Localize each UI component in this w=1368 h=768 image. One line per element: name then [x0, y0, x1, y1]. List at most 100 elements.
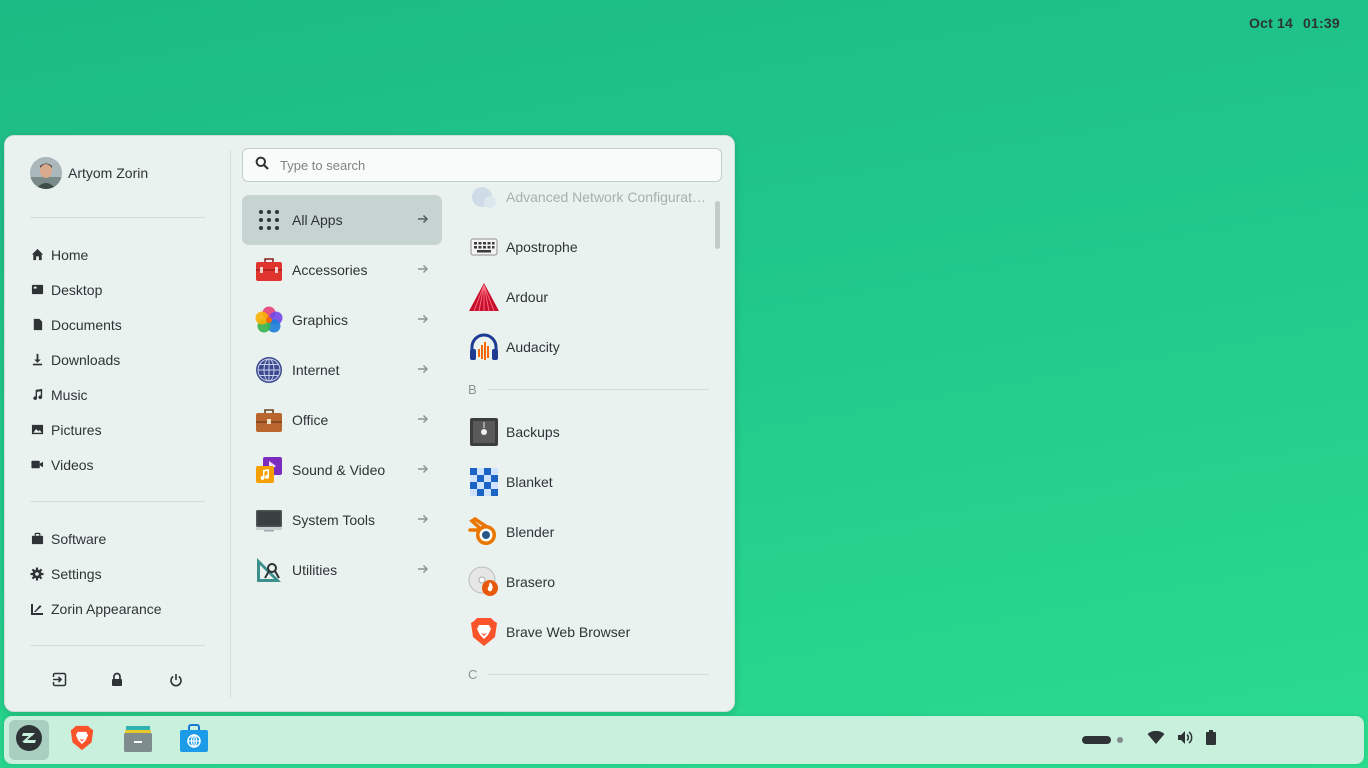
place-home[interactable]: Home	[30, 237, 220, 272]
workspace-inactive-icon	[1117, 737, 1123, 743]
category-sound-video[interactable]: Sound & Video	[242, 445, 442, 495]
lock-button[interactable]	[101, 666, 133, 698]
app-item-backups[interactable]: Backups	[465, 407, 715, 457]
category-label: System Tools	[292, 512, 375, 528]
app-label: Apostrophe	[506, 239, 578, 255]
category-office[interactable]: Office	[242, 395, 442, 445]
audacity-headphones-icon	[468, 331, 500, 363]
app-item-brasero[interactable]: Brasero	[465, 557, 715, 607]
arrow-right-icon	[417, 362, 431, 376]
place-desktop[interactable]: Desktop	[30, 272, 220, 307]
clock[interactable]: Oct 14 01:39	[1249, 15, 1340, 31]
zorin-menu-icon	[15, 724, 43, 757]
category-label: Graphics	[292, 312, 349, 328]
user-account[interactable]: Artyom Zorin	[30, 157, 148, 189]
item-settings[interactable]: Settings	[30, 556, 220, 591]
app-label: Advanced Network Configurat…	[506, 189, 706, 205]
blanket-icon	[468, 466, 500, 498]
briefcase-icon	[255, 406, 283, 434]
category-accessories[interactable]: Accessories	[242, 245, 442, 295]
place-downloads[interactable]: Downloads	[30, 342, 220, 377]
software-store-icon	[179, 723, 209, 758]
category-system-tools[interactable]: System Tools	[242, 495, 442, 545]
software-bag-icon	[30, 532, 44, 546]
system-tray[interactable]	[1147, 716, 1216, 764]
item-label: Software	[51, 530, 107, 547]
app-item-blanket[interactable]: Blanket	[465, 457, 715, 507]
backups-safe-icon	[468, 416, 500, 448]
appearance-icon	[30, 602, 44, 616]
app-list-scrollbar[interactable]	[715, 201, 720, 249]
wifi-icon	[1147, 730, 1165, 750]
place-videos[interactable]: Videos	[30, 447, 220, 482]
music-icon	[30, 388, 44, 402]
category-utilities[interactable]: Utilities	[242, 545, 442, 595]
color-petals-icon	[255, 306, 283, 334]
search-box[interactable]	[242, 148, 722, 182]
category-internet[interactable]: Internet	[242, 345, 442, 395]
category-label: All Apps	[292, 212, 343, 228]
place-label: Desktop	[51, 281, 103, 298]
app-item-ardour[interactable]: Ardour	[465, 272, 715, 322]
app-item-brave[interactable]: Brave Web Browser	[465, 607, 715, 657]
taskbar-brave-button[interactable]	[62, 720, 102, 760]
app-item-apostrophe[interactable]: Apostrophe	[465, 222, 715, 272]
separator	[30, 645, 205, 646]
app-label: Brave Web Browser	[506, 624, 631, 640]
place-label: Home	[51, 246, 89, 263]
app-list[interactable]: Advanced Network Configurat… Apostrophe …	[465, 184, 715, 704]
place-pictures[interactable]: Pictures	[30, 412, 220, 447]
item-software[interactable]: Software	[30, 521, 220, 556]
zorin-menu-button[interactable]	[9, 720, 49, 760]
utilities-tools-icon	[255, 556, 283, 584]
item-zorin-appearance[interactable]: Zorin Appearance	[30, 591, 220, 626]
app-item-advanced-network[interactable]: Advanced Network Configurat…	[465, 184, 715, 222]
place-label: Music	[51, 386, 88, 403]
search-icon	[255, 156, 269, 175]
globe-icon	[255, 356, 283, 384]
category-graphics[interactable]: Graphics	[242, 295, 442, 345]
taskbar-software-button[interactable]	[174, 720, 214, 760]
column-divider	[230, 150, 231, 698]
app-menu: Artyom Zorin Home Desktop Documents Down…	[4, 135, 735, 712]
media-icon	[255, 456, 283, 484]
category-label: Office	[292, 412, 329, 428]
taskbar	[4, 716, 1364, 764]
taskbar-files-button[interactable]	[118, 720, 158, 760]
places-list: Home Desktop Documents Downloads Music P…	[30, 237, 220, 482]
app-label: Backups	[506, 424, 560, 440]
desktop-icon	[30, 283, 44, 297]
arrow-right-icon	[417, 512, 431, 526]
arrow-right-icon	[417, 312, 431, 326]
blender-icon	[468, 516, 500, 548]
search-input[interactable]	[280, 157, 700, 173]
category-list: All Apps Accessories Graphics Internet O…	[242, 195, 442, 595]
user-avatar	[30, 157, 62, 189]
category-label: Sound & Video	[292, 462, 386, 478]
section-line	[487, 674, 709, 675]
arrow-right-icon	[417, 412, 431, 426]
place-label: Pictures	[51, 421, 102, 438]
place-documents[interactable]: Documents	[30, 307, 220, 342]
section-letter: B	[468, 382, 477, 397]
clock-time: 01:39	[1303, 15, 1340, 31]
app-label: Blender	[506, 524, 555, 540]
section-header-b: B	[465, 372, 715, 407]
brave-lion-icon	[468, 616, 500, 648]
arrow-right-icon	[417, 212, 431, 226]
app-item-blender[interactable]: Blender	[465, 507, 715, 557]
volume-icon	[1177, 730, 1193, 750]
battery-icon	[1206, 730, 1216, 750]
category-all-apps[interactable]: All Apps	[242, 195, 442, 245]
power-button[interactable]	[160, 666, 192, 698]
place-music[interactable]: Music	[30, 377, 220, 412]
system-list: Software Settings Zorin Appearance	[30, 521, 220, 626]
ardour-icon	[468, 281, 500, 313]
item-label: Zorin Appearance	[51, 600, 162, 617]
gear-icon	[30, 567, 44, 581]
log-out-button[interactable]	[43, 666, 75, 698]
place-label: Videos	[51, 456, 94, 473]
home-icon	[30, 248, 44, 262]
workspace-indicator[interactable]	[1082, 716, 1123, 764]
app-item-audacity[interactable]: Audacity	[465, 322, 715, 372]
